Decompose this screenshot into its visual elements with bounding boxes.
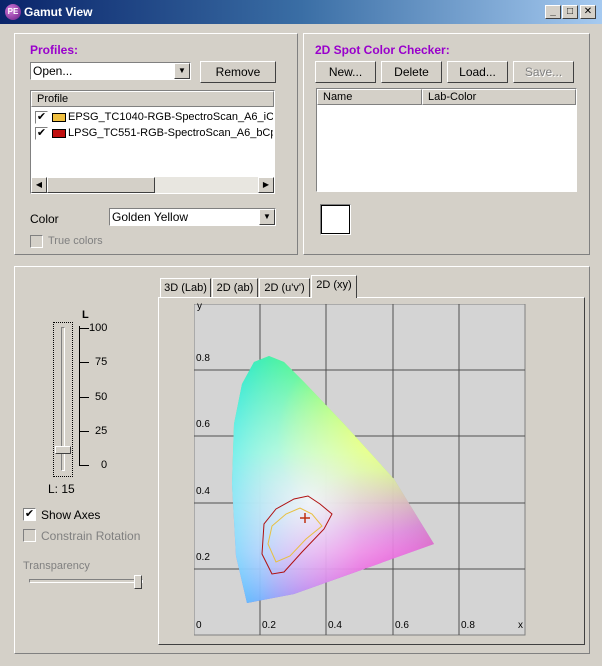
name-column-header[interactable]: Name [317,89,422,105]
profile-2-checkbox[interactable]: ✔ [35,127,48,140]
maximize-button[interactable]: □ [562,5,578,19]
lab-color-column-header[interactable]: Lab-Color [422,89,576,105]
color-combo[interactable]: Golden Yellow ▼ [109,208,276,226]
x-tick-label-0-2: 0.2 [262,620,276,631]
tick-25 [79,431,89,432]
transparency-thumb[interactable] [134,575,142,589]
tick-label-75: 75 [95,356,108,368]
tick-label-25: 25 [95,425,108,437]
profile-list[interactable]: Profile ✔ EPSG_TC1040-RGB-SpectroScan_A6… [30,90,275,194]
constrain-rotation-label: Constrain Rotation [41,529,141,543]
transparency-label: Transparency [23,560,90,572]
profile-1-swatch [52,113,66,122]
horizontal-scrollbar[interactable]: ◀ ▶ [31,177,274,193]
profile-2-name: LPSG_TC551-RGB-SpectroScan_A6_bCp [68,127,273,139]
spot-color-swatch-frame[interactable] [320,204,351,235]
new-button[interactable]: New... [315,61,376,83]
profiles-label: Profiles: [30,43,79,57]
y-tick-label-0-2: 0.2 [196,552,210,563]
tab-3d-lab[interactable]: 3D (Lab) [160,278,211,298]
scroll-left-icon[interactable]: ◀ [31,177,47,193]
lightness-axis [79,326,82,466]
spot-color-list[interactable]: Name Lab-Color [316,88,577,192]
profile-1-checkbox[interactable]: ✔ [35,111,48,124]
true-colors-label: True colors [48,235,103,247]
x-tick-label-0-8: 0.8 [461,620,475,631]
color-label: Color [30,212,59,226]
x-axis-label: x [518,620,523,631]
title-bar[interactable]: PE Gamut View _ □ ✕ [0,0,602,24]
tab-2d-uv[interactable]: 2D (u'v') [259,278,310,298]
gamut-view-panel: L 100 75 50 25 0 L: 15 ✔ Show Axes Const… [14,266,590,654]
true-colors-checkbox[interactable] [30,235,43,248]
delete-button[interactable]: Delete [381,61,442,83]
xy-chromaticity-plot[interactable] [194,304,526,636]
tick-100 [79,328,89,329]
lightness-slider[interactable] [53,322,73,477]
tab-page: y 0.8 0.6 0.4 0.2 0 0.2 0.4 0.6 0.8 x [158,297,585,645]
spot-color-panel: 2D Spot Color Checker: New... Delete Loa… [303,33,590,255]
open-profile-combo[interactable]: Open... ▼ [30,62,191,80]
tab-2d-ab[interactable]: 2D (ab) [212,278,258,298]
spot-color-swatch [321,205,350,234]
lightness-thumb[interactable] [55,446,71,454]
profile-2-swatch [52,129,66,138]
show-axes-checkbox[interactable]: ✔ [23,508,36,521]
show-axes-label: Show Axes [41,508,101,522]
lightness-value-label: L: 15 [48,482,75,496]
close-button[interactable]: ✕ [580,5,596,19]
tick-0 [79,465,89,466]
y-tick-label-0-6: 0.6 [196,419,210,430]
y-tick-label-0-4: 0.4 [196,486,210,497]
y-axis-label: y [197,301,202,312]
x-tick-label-0-4: 0.4 [328,620,342,631]
chevron-down-icon[interactable]: ▼ [174,63,190,79]
color-combo-value: Golden Yellow [112,210,189,224]
constrain-rotation-checkbox[interactable] [23,529,36,542]
load-button[interactable]: Load... [447,61,508,83]
profile-column-header[interactable]: Profile [31,91,274,107]
y-tick-label-0-8: 0.8 [196,353,210,364]
tick-75 [79,362,89,363]
scroll-right-icon[interactable]: ▶ [258,177,274,193]
lightness-axis-label: L [82,309,89,321]
transparency-track [29,579,143,583]
x-tick-label-0-6: 0.6 [395,620,409,631]
chevron-down-icon[interactable]: ▼ [259,209,275,225]
window-title: Gamut View [24,5,93,19]
spot-color-label: 2D Spot Color Checker: [315,43,450,57]
profiles-panel: Profiles: Open... ▼ Remove Profile ✔ EPS… [14,33,298,255]
list-item[interactable]: ✔ LPSG_TC551-RGB-SpectroScan_A6_bCp [35,126,275,142]
minimize-button[interactable]: _ [545,5,561,19]
tick-50 [79,397,89,398]
tab-2d-xy[interactable]: 2D (xy) [311,275,357,298]
scroll-thumb[interactable] [47,177,155,193]
open-combo-value: Open... [33,64,73,78]
x-tick-label-0: 0 [196,620,202,631]
tick-label-50: 50 [95,391,108,403]
profile-1-name: EPSG_TC1040-RGB-SpectroScan_A6_iCl [68,111,273,123]
remove-button[interactable]: Remove [200,61,276,83]
save-button[interactable]: Save... [513,61,574,83]
tick-label-100: 100 [89,322,108,334]
list-item[interactable]: ✔ EPSG_TC1040-RGB-SpectroScan_A6_iCl [35,110,275,126]
tick-label-0: 0 [101,459,108,471]
app-icon: PE [5,4,21,20]
